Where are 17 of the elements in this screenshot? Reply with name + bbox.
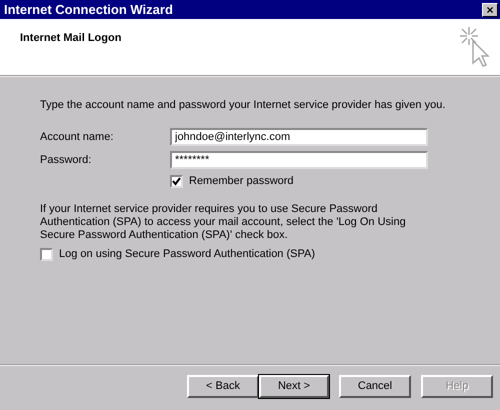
wizard-button[interactable]: Cancel — [339, 374, 411, 398]
page-title: Internet Mail Logon — [20, 32, 122, 46]
checkbox-label: Log on using Secure Password Authentication (SPA) — [59, 248, 316, 260]
field-label: Password: — [40, 154, 92, 166]
cursor-sparkle-icon — [458, 25, 492, 67]
checkbox[interactable] — [40, 248, 53, 260]
close-button[interactable]: × — [482, 2, 498, 16]
account-name-field[interactable]: johndoe@interlync.com — [170, 128, 428, 146]
spa-note-text: If your Internet service provider requires you to use Secure Password Authentication (SPA) to access your mail account, select the 'Log On Using Secure Password Authentication (SPA)' check box. — [40, 203, 407, 242]
instructions-text: Type the account name and password your Internet service provider has given you. — [40, 99, 446, 112]
checkbox-label: Remember password — [189, 174, 294, 188]
password-field[interactable]: ******** — [170, 151, 428, 169]
wizard-button[interactable]: < Back — [187, 374, 259, 398]
wizard-button[interactable]: Next > — [259, 374, 329, 398]
window-title: Internet Connection Wizard — [4, 2, 173, 17]
checkbox[interactable] — [170, 174, 183, 188]
field-label: Account name: — [40, 131, 114, 143]
